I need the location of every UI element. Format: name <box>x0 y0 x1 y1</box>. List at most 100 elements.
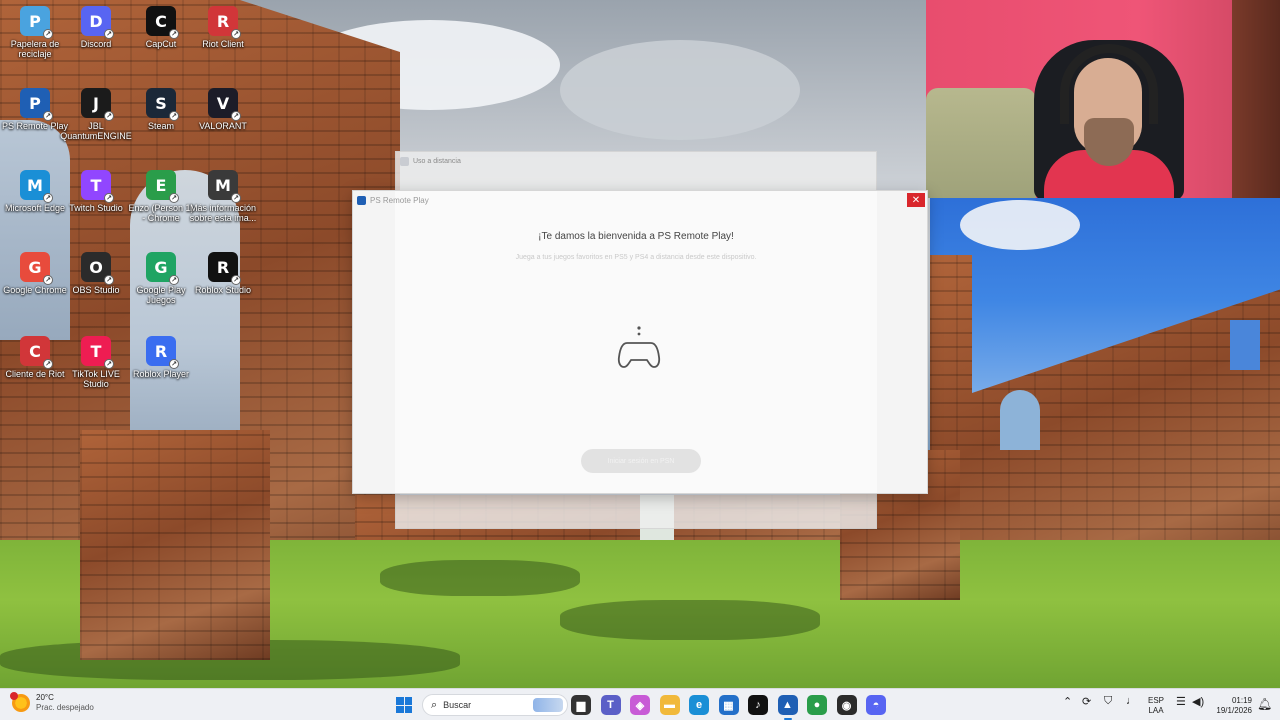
desktop-icon-label: Roblox Player <box>132 369 190 379</box>
search-placeholder: Buscar <box>443 700 472 710</box>
desktop-icon-label: Cliente de Riot <box>5 369 65 379</box>
close-button[interactable]: ✕ <box>907 193 925 207</box>
arch-opening <box>0 120 70 340</box>
capcut-icon: C ↗ <box>146 6 179 39</box>
copilot-icon[interactable]: ◈ <box>630 695 650 715</box>
shortcut-arrow-icon: ↗ <box>231 29 241 39</box>
shortcut-arrow-icon: ↗ <box>43 29 53 39</box>
tiktok-live-icon: T ↗ <box>81 336 114 369</box>
chevron-up-icon[interactable]: ⌃ <box>1063 695 1072 708</box>
volume-icon[interactable]: ◀) <box>1192 695 1204 708</box>
desktop-icon-label: JBL QuantumENGINE <box>60 121 132 141</box>
desktop-icon-label: Enzo (Person 1) - Chrome <box>128 203 194 223</box>
desktop-icon[interactable]: G ↗ Google Play Juegos <box>126 252 196 305</box>
folder-icon[interactable]: ▬ <box>659 695 680 715</box>
search-box[interactable]: ⌕ Buscar <box>422 694 568 716</box>
ps-remote-play-window: ¡Te damos la bienvenida a PS Remote Play… <box>352 190 928 494</box>
shortcut-arrow-icon: ↗ <box>104 193 114 203</box>
desktop-icon-label: Twitch Studio <box>69 203 123 213</box>
ps-remote-play-icon[interactable]: ▲ <box>777 695 798 720</box>
shortcut-arrow-icon: ↗ <box>169 111 179 121</box>
edge-icon: M ↗ <box>20 170 53 203</box>
desktop-icon[interactable]: C ↗ CapCut <box>126 6 196 49</box>
keyboard-layout: LAA <box>1148 706 1164 715</box>
valorant-icon: V ↗ <box>208 88 241 121</box>
sync-icon[interactable]: ⟳ <box>1082 695 1091 708</box>
ps-remote-play-icon <box>357 195 366 205</box>
shadow <box>380 560 580 596</box>
obs-icon[interactable]: ◉ <box>836 695 857 715</box>
ps-titlebar[interactable]: PS Remote Play <box>353 191 927 209</box>
sun-icon <box>10 692 30 712</box>
windows-logo-icon <box>396 697 404 705</box>
clock-time: 01:19 <box>1231 696 1252 705</box>
desktop-icon[interactable]: R ↗ Roblox Player <box>126 336 196 379</box>
shortcut-arrow-icon: ↗ <box>169 275 179 285</box>
desktop-icon[interactable]: M ↗ Microsoft Edge <box>0 170 70 213</box>
weather-temp: 20°C <box>36 693 54 702</box>
search-highlight-image <box>533 698 563 712</box>
network-shield-icon[interactable]: ⛉ <box>1104 695 1112 708</box>
desktop-icon[interactable]: P ↗ Papelera de reciclaje <box>0 6 70 59</box>
desktop-icon[interactable]: C ↗ Cliente de Riot <box>0 336 70 379</box>
riot-client-icon: R ↗ <box>208 6 241 39</box>
desktop-icon-label: CapCut <box>145 39 177 49</box>
cam-person-beard <box>1084 118 1134 166</box>
notification-bell-icon[interactable]: 🔔︎ <box>1257 697 1272 711</box>
roblox-player-icon: R ↗ <box>146 336 179 369</box>
twitch-studio-icon: T ↗ <box>81 170 114 203</box>
desktop-icon[interactable]: M ↗ Más información sobre esta ima... <box>188 170 258 223</box>
teams-icon[interactable]: T <box>600 695 621 715</box>
desktop-icon[interactable]: E ↗ Enzo (Person 1) - Chrome <box>126 170 196 223</box>
weather-widget[interactable]: 20°C Prac. despejado <box>10 692 94 713</box>
shortcut-arrow-icon: ↗ <box>104 359 114 369</box>
clock[interactable]: 01:19 19/1/2026 <box>1206 696 1252 716</box>
language-indicator[interactable]: ESP LAA <box>1148 696 1164 716</box>
microphone-icon[interactable]: ♩ <box>1126 695 1137 707</box>
desktop-icon-label: OBS Studio <box>72 285 120 295</box>
desktop-icon-label: Discord <box>80 39 112 49</box>
desktop-icon[interactable]: R ↗ Roblox Studio <box>188 252 258 295</box>
sign-in-psn-button[interactable]: Iniciar sesión en PSN <box>581 449 701 473</box>
ps-content-panel: ¡Te damos la bienvenida a PS Remote Play… <box>395 191 877 493</box>
desktop-icon[interactable]: T ↗ TikTok LIVE Studio <box>61 336 131 389</box>
desktop-icon-label: Google Play Juegos <box>136 285 186 305</box>
shortcut-arrow-icon: ↗ <box>104 111 114 121</box>
shortcut-arrow-icon: ↗ <box>43 111 53 121</box>
shortcut-arrow-icon: ↗ <box>169 193 179 203</box>
microsoft-store-icon[interactable]: ▦ <box>718 695 739 715</box>
wifi-icon[interactable]: ☰ <box>1176 695 1186 708</box>
weather-condition: Prac. despejado <box>36 703 94 712</box>
desktop-icon[interactable]: T ↗ Twitch Studio <box>61 170 131 213</box>
taskbar: 20°C Prac. despejado ⌕ Buscar ▆ T ◈ ▬ e ▦ ♪ ▲ ● ◉… <box>0 688 1280 720</box>
cam-door <box>1232 0 1280 198</box>
desktop-icon[interactable]: S ↗ Steam <box>126 88 196 131</box>
chrome-icon: G ↗ <box>20 252 53 285</box>
ps-remote-play-icon: P ↗ <box>20 88 53 121</box>
desktop-icon-label: Papelera de reciclaje <box>10 39 60 59</box>
file-explorer-icon[interactable]: ▆ <box>571 695 591 715</box>
desktop-icon[interactable]: V ↗ VALORANT <box>188 88 258 131</box>
desktop-icon[interactable]: O ↗ OBS Studio <box>61 252 131 295</box>
edge-icon[interactable]: e <box>689 695 709 715</box>
desktop-icon[interactable]: G ↗ Google Chrome <box>0 252 70 295</box>
info-camera-icon: M ↗ <box>208 170 241 203</box>
desktop-icon-label: Steam <box>147 121 174 131</box>
jbl-quantum-icon: J ↗ <box>81 88 114 121</box>
remote-use-titlebar[interactable]: Uso a distancia <box>396 152 876 170</box>
window-opening <box>1000 390 1040 450</box>
desktop-icon-label: TikTok LIVE Studio <box>72 369 120 389</box>
desktop-icon-label: PS Remote Play <box>1 121 69 131</box>
chrome-icon[interactable]: ● <box>807 695 827 715</box>
desktop-icon[interactable]: D ↗ Discord <box>61 6 131 49</box>
desktop-icon[interactable]: R ↗ Riot Client <box>188 6 258 49</box>
start-button[interactable] <box>396 697 412 713</box>
riot-client-icon: C ↗ <box>20 336 53 369</box>
window-opening <box>1230 320 1260 370</box>
desktop-icon[interactable]: J ↗ JBL QuantumENGINE <box>60 88 132 141</box>
discord-icon[interactable]: ◓ <box>866 695 886 715</box>
search-icon: ⌕ <box>431 698 438 711</box>
welcome-heading: ¡Te damos la bienvenida a PS Remote Play… <box>538 231 734 242</box>
tiktok-icon[interactable]: ♪ <box>748 695 768 715</box>
window-title: Uso a distancia <box>413 157 461 165</box>
